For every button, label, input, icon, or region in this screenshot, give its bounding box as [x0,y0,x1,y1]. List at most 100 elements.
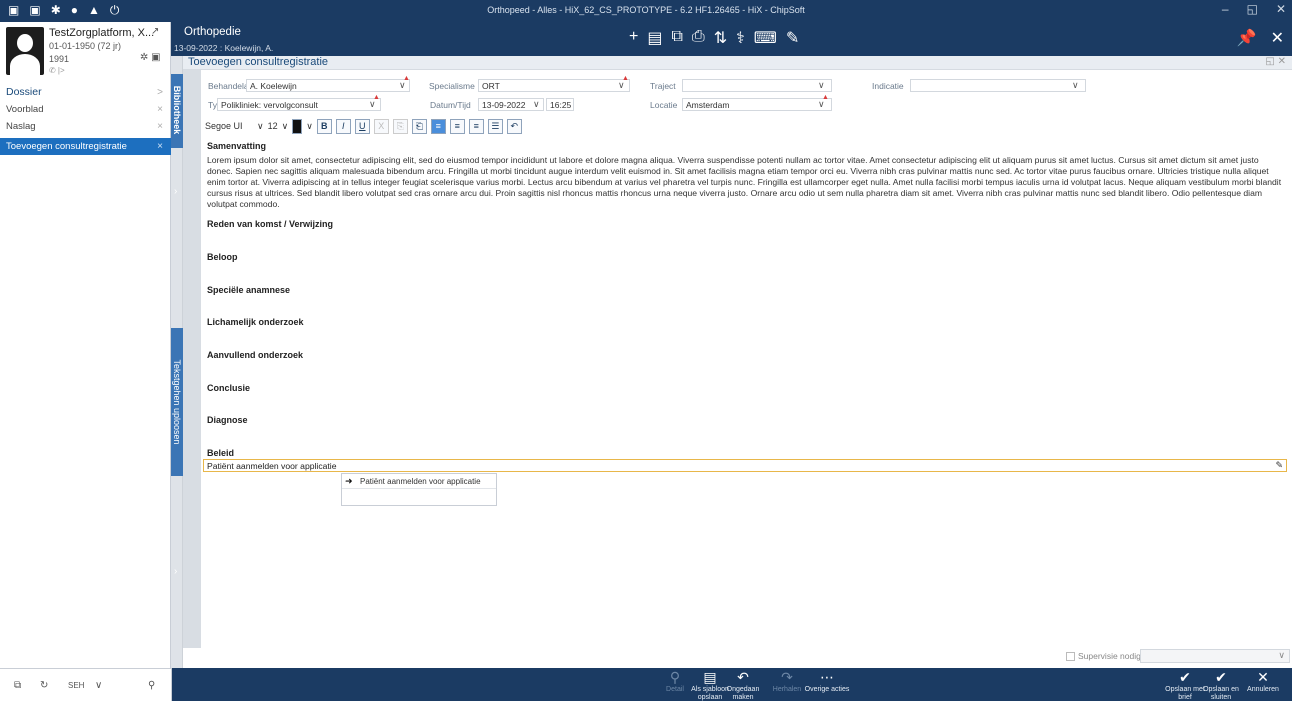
required-marker: ▲ [622,75,629,82]
section-conclusie: Conclusie [207,383,251,393]
chevron-down-icon[interactable]: ∨ [257,121,264,132]
patient-dob: 01-01-1950 (72 jr) [49,41,122,51]
undo-format-button[interactable]: ↶ [506,118,522,134]
locatie-label: Locatie [650,100,678,110]
autocomplete-dropdown: ➜ Patiënt aanmelden voor applicatie [341,473,497,506]
font-size-select[interactable]: 12 [268,121,278,131]
align-left-button[interactable]: ≡ [430,118,446,134]
chevron-right-icon[interactable]: › [174,566,177,577]
chevron-right-icon: > [157,87,163,98]
action-bar: ⚲ Detail ▤ Als sjabloon opslaan ↶ Ongeda… [172,668,1292,701]
pin-icon[interactable]: 📌 [1237,28,1257,48]
context-header: Orthopedie 13-09-2022 : Koelewijn, A. + … [171,22,1292,56]
more-actions-button[interactable]: ⋯ Overige acties [802,668,852,701]
history-icon[interactable]: ↻ [40,680,48,691]
sidebar-item-dossier[interactable]: Dossier > [0,84,171,101]
section-diagnose: Diagnose [207,415,248,425]
sort-icon[interactable]: ⇅ [714,28,727,48]
section-samenvatting: Samenvatting [207,141,267,151]
cancel-button[interactable]: ✕ Annuleren [1238,668,1288,701]
underline-button[interactable]: U [354,118,370,134]
specialisme-select[interactable] [478,79,630,92]
sidebar-item-consultregistratie[interactable]: Toevoegen consultregistratie × [0,138,171,155]
specialisme-label: Specialisme [429,81,475,91]
close-icon[interactable]: ✕ [1271,28,1284,48]
autocomplete-item[interactable]: ➜ Patiënt aanmelden voor applicatie [342,474,496,489]
beleid-input[interactable]: Patiënt aanmelden voor applicatie ✎ [203,459,1287,472]
copy-icon[interactable]: ⧉ [671,28,682,48]
arrow-right-icon: ➜ [345,476,353,486]
list-button[interactable]: ☰ [487,118,503,134]
avatar [6,27,44,75]
minimize-icon[interactable]: – [1222,2,1229,16]
window-title: Orthopeed - Alles - HiX_62_CS_PROTOTYPE … [487,5,805,15]
maximize-icon[interactable]: ◱ [1247,2,1258,16]
sidebar-item-naslag[interactable]: Naslag × [0,118,171,135]
font-select[interactable]: Segoe UI [205,121,253,131]
type-value: Polikliniek: vervolgconsult [221,100,318,110]
copy-button[interactable]: ⎘ [392,118,408,134]
paste-button[interactable]: ⎗ [411,118,427,134]
print-icon[interactable]: ⎙ [692,28,705,48]
samenvatting-text[interactable]: Lorem ipsum dolor sit amet, consectetur … [207,155,1282,210]
date-value: 13-09-2022 [482,100,526,110]
patient-name[interactable]: TestZorgplatform, X... [49,27,154,39]
align-center-button[interactable]: ≡ [449,118,465,134]
close-tab-icon[interactable]: × [157,101,163,118]
section-beloop: Beloop [207,252,238,262]
more-icon: ⋯ [820,669,834,685]
undo-button[interactable]: ↶ Ongedaan maken [718,668,768,701]
chevron-down-icon[interactable]: ∨ [533,99,540,110]
phone-icon: ✆ |> [49,66,65,75]
external-link-icon[interactable]: ↗ [151,26,159,37]
patient-card[interactable]: TestZorgplatform, X... ↗ 01-01-1950 (72 … [0,22,171,82]
specialisme-value: ORT [482,81,500,91]
section-speciele-anamnese: Speciële anamnese [207,285,291,295]
close-tab-icon[interactable]: × [157,118,163,135]
chevron-right-icon[interactable]: › [174,186,177,197]
context-toolbar: + ▤ ⧉ ⎙ ⇅ ⚕ ⌨ ✎ [629,28,799,48]
pencil-icon[interactable]: ✎ [1275,460,1283,471]
section-beleid: Beleid [207,448,235,458]
chevron-down-icon[interactable]: ∨ [1072,80,1079,91]
bold-button[interactable]: B [316,118,332,134]
window-titlebar: ▣ ▣ ✱ ● ▲ ⏻ Orthopeed - Alles - HiX_62_C… [0,0,1292,22]
beleid-input-text: Patiënt aanmelden voor applicatie [207,461,337,471]
cut-button[interactable]: X [373,118,389,134]
tab-teksten[interactable]: Tekstgehen uploosen [171,328,183,476]
align-right-button[interactable]: ≡ [468,118,484,134]
checkbox[interactable] [1066,652,1075,662]
traject-select[interactable] [682,79,832,92]
locatie-value: Amsterdam [686,100,730,110]
close-tab-icon[interactable]: × [157,138,163,155]
tab-bibliotheek[interactable]: Bibliotheek [171,74,183,148]
document-icon[interactable]: ▤ [647,28,662,48]
section-lichamelijk: Lichamelijk onderzoek [207,317,304,327]
search-icon[interactable]: ⚲ [148,680,155,691]
text-color-button[interactable] [292,118,303,134]
supervisie-select[interactable]: ∨ [1140,649,1290,663]
chevron-down-icon[interactable]: ∨ [818,80,825,91]
department-select[interactable]: SEH [68,681,84,690]
sidebar-item-voorblad[interactable]: Voorblad × [0,101,171,118]
panel-controls-icon[interactable]: ◱ ✕ [1265,56,1286,67]
patient-flags-icon[interactable]: ✲ ▣ [140,52,161,63]
time-value: 16:25 [550,100,572,110]
chevron-down-icon[interactable]: ∨ [282,121,289,132]
panel-header: Toevoegen consultregistratie ◱ ✕ [183,56,1292,70]
keyboard-icon[interactable]: ⌨ [754,28,777,48]
sidebar-footer: ⧉ ↻ SEH ∨ ⚲ [0,668,172,701]
section-reden: Reden van komst / Verwijzing [207,219,334,229]
close-icon[interactable]: ✕ [1276,2,1286,16]
add-icon[interactable]: + [629,28,638,48]
indicatie-select[interactable] [910,79,1086,92]
italic-button[interactable]: I [335,118,351,134]
encounter-subtitle[interactable]: 13-09-2022 : Koelewijn, A. [174,43,273,53]
medical-icon[interactable]: ⚕ [736,28,745,48]
edit-icon[interactable]: ✎ [786,28,799,48]
chevron-down-icon[interactable]: ∨ [306,121,313,132]
specialty-title[interactable]: Orthopedie [184,26,241,38]
windows-icon[interactable]: ⧉ [14,680,21,691]
chevron-down-icon[interactable]: ∨ [95,680,102,691]
undo-icon: ↶ [737,669,749,685]
